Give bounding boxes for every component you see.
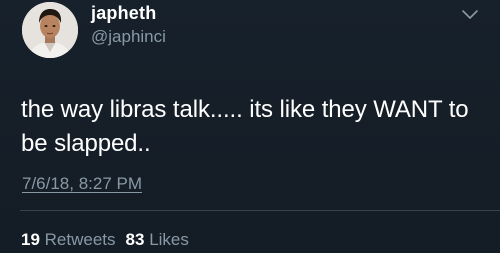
tweet-text-line: the way libras talk..... its like they W… xyxy=(21,96,469,123)
tweet-text: the way libras talk..... its like they W… xyxy=(21,93,491,161)
retweets-count: 19 xyxy=(21,230,40,249)
profile-photo-icon xyxy=(22,2,78,58)
tweet-text-line: be slapped.. xyxy=(21,130,151,157)
tweet-card: japheth @japhinci the way libras talk...… xyxy=(0,0,500,253)
user-handle[interactable]: @japhinci xyxy=(91,27,166,47)
tweet-stats: 19 Retweets 83 Likes xyxy=(21,230,189,250)
likes-stat[interactable]: 83 Likes xyxy=(126,230,189,249)
retweets-label: Retweets xyxy=(44,230,116,249)
retweets-stat[interactable]: 19 Retweets xyxy=(21,230,116,249)
likes-label: Likes xyxy=(149,230,189,249)
chevron-down-icon[interactable] xyxy=(461,8,479,20)
avatar[interactable] xyxy=(22,2,78,58)
display-name[interactable]: japheth xyxy=(91,3,156,24)
tweet-timestamp[interactable]: 7/6/18, 8:27 PM xyxy=(22,174,142,194)
divider xyxy=(20,210,500,211)
likes-count: 83 xyxy=(125,230,145,249)
